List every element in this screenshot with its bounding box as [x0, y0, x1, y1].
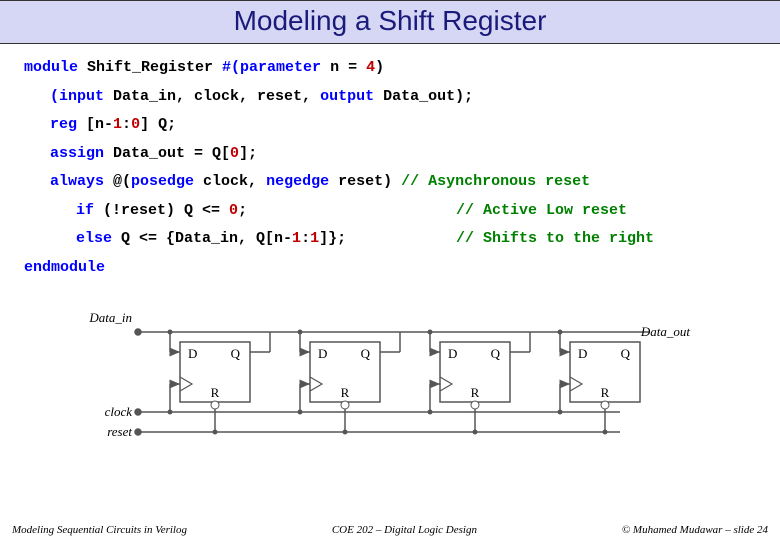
- flipflop-0: D Q R: [168, 330, 271, 435]
- svg-text:D: D: [448, 346, 457, 361]
- footer-center: COE 202 – Digital Logic Design: [332, 524, 477, 536]
- flipflop-1: D Q R: [298, 330, 401, 435]
- kw-if: if: [76, 202, 94, 219]
- kw-endmodule: endmodule: [24, 259, 105, 276]
- svg-text:Q: Q: [621, 346, 631, 361]
- shift-register-diagram: Data_in clock reset Data_out D Q R D Q R: [0, 286, 780, 457]
- svg-text:Q: Q: [361, 346, 371, 361]
- code-line-4: assign Data_out = Q[0];: [24, 140, 756, 169]
- kw-input: (input: [50, 88, 104, 105]
- svg-text:R: R: [341, 385, 350, 400]
- footer-right: © Muhamed Mudawar – slide 24: [622, 524, 768, 536]
- svg-text:D: D: [188, 346, 197, 361]
- svg-text:R: R: [471, 385, 480, 400]
- slide-footer: Modeling Sequential Circuits in Verilog …: [0, 524, 780, 536]
- kw-else: else: [76, 230, 112, 247]
- label-data-out: Data_out: [640, 324, 691, 339]
- label-data-in: Data_in: [88, 310, 132, 325]
- footer-left: Modeling Sequential Circuits in Verilog: [12, 524, 187, 536]
- label-clock: clock: [105, 404, 133, 419]
- svg-text:R: R: [211, 385, 220, 400]
- code-line-7: else Q <= {Data_in, Q[n-1:1]};// Shifts …: [24, 225, 756, 254]
- svg-text:D: D: [578, 346, 587, 361]
- circuit-svg: Data_in clock reset Data_out D Q R D Q R: [80, 292, 700, 452]
- kw-assign: assign: [50, 145, 104, 162]
- kw-negedge: negedge: [266, 173, 329, 190]
- kw-posedge: posedge: [131, 173, 194, 190]
- title-bar: Modeling a Shift Register: [0, 0, 780, 44]
- slide-title: Modeling a Shift Register: [0, 5, 780, 37]
- code-line-5: always @(posedge clock, negedge reset) /…: [24, 168, 756, 197]
- label-reset: reset: [107, 424, 132, 439]
- comment-active-low: // Active Low reset: [456, 197, 627, 226]
- svg-text:D: D: [318, 346, 327, 361]
- code-line-8: endmodule: [24, 254, 756, 283]
- svg-text:Q: Q: [231, 346, 241, 361]
- comment-shifts: // Shifts to the right: [456, 225, 654, 254]
- kw-parameter: #(parameter: [222, 59, 321, 76]
- svg-text:R: R: [601, 385, 610, 400]
- code-line-1: module Shift_Register #(parameter n = 4): [24, 54, 756, 83]
- flipflop-3: D Q R: [558, 330, 641, 435]
- code-line-6: if (!reset) Q <= 0;// Active Low reset: [24, 197, 756, 226]
- kw-reg: reg: [50, 116, 77, 133]
- svg-text:Q: Q: [491, 346, 501, 361]
- verilog-code: module Shift_Register #(parameter n = 4)…: [0, 44, 780, 286]
- code-line-3: reg [n-1:0] Q;: [24, 111, 756, 140]
- kw-always: always: [50, 173, 104, 190]
- comment-async: // Asynchronous reset: [401, 173, 590, 190]
- kw-output: output: [320, 88, 374, 105]
- code-line-2: (input Data_in, clock, reset, output Dat…: [24, 83, 756, 112]
- kw-module: module: [24, 59, 78, 76]
- flipflop-2: D Q R: [428, 330, 531, 435]
